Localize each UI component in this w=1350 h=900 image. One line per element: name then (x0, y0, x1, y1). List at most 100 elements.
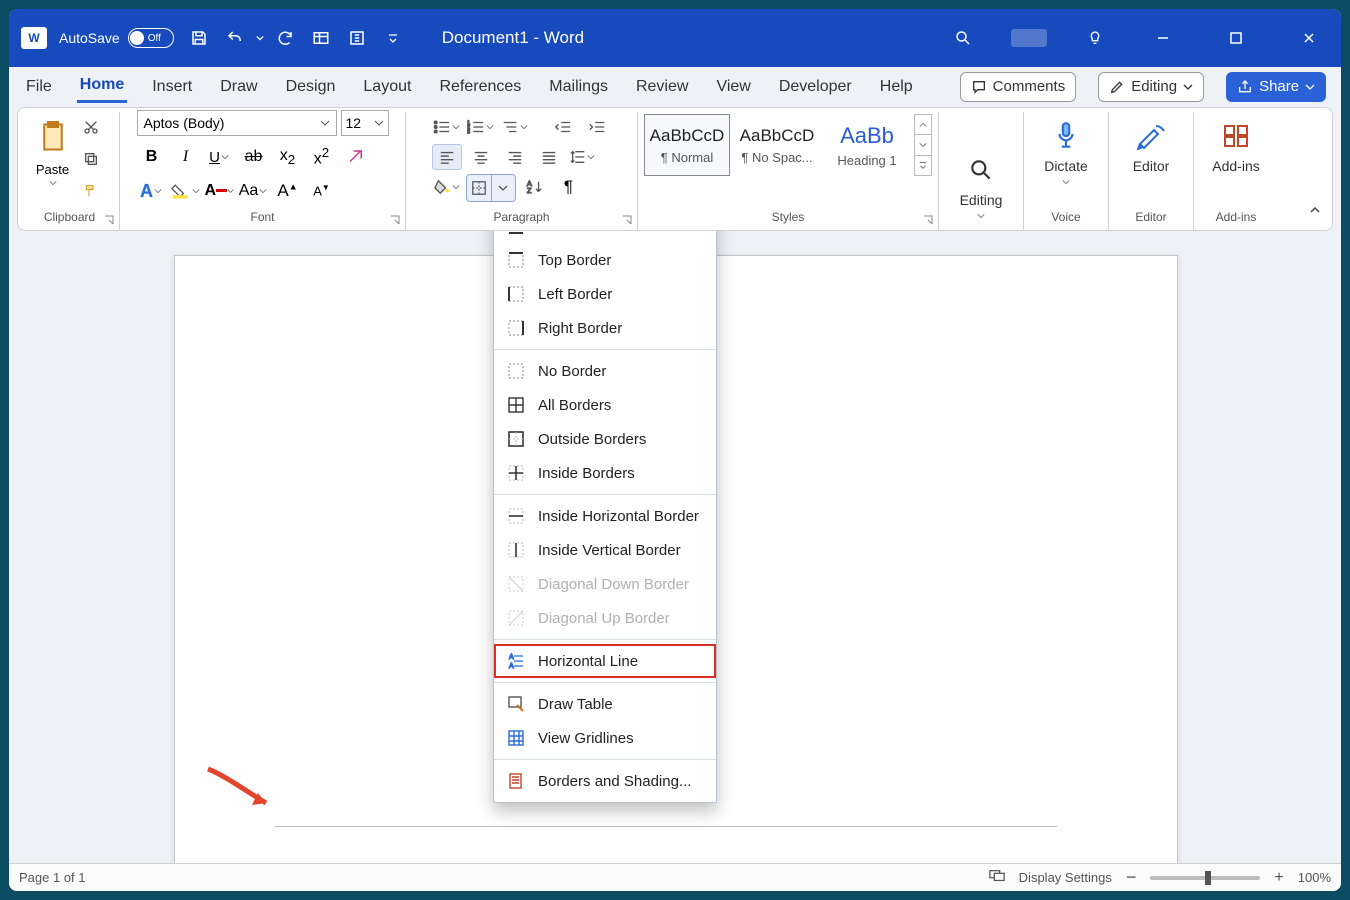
menu-top-border[interactable]: Top Border (494, 243, 716, 277)
menu-borders-shading[interactable]: Borders and Shading... (494, 764, 716, 798)
style-nospacing[interactable]: AaBbCcD ¶ No Spac... (734, 114, 820, 176)
style-scroll-up-icon[interactable] (915, 115, 931, 135)
tab-view[interactable]: View (713, 72, 753, 102)
style-heading1[interactable]: AaBb Heading 1 (824, 114, 910, 176)
inserted-horizontal-line[interactable] (275, 826, 1057, 827)
sort-icon[interactable]: AZ (520, 174, 550, 200)
font-name-combo[interactable]: Aptos (Body) (137, 110, 337, 136)
shrink-font-icon[interactable]: A▼ (307, 178, 337, 204)
dictate-button[interactable]: Dictate (1030, 114, 1102, 192)
text-effects-icon[interactable]: A (137, 178, 167, 204)
status-page[interactable]: Page 1 of 1 (19, 870, 86, 885)
show-marks-icon[interactable]: ¶ (554, 174, 584, 200)
style-gallery-scroll[interactable] (914, 114, 932, 176)
menu-inside-horizontal[interactable]: Inside Horizontal Border (494, 499, 716, 533)
maximize-button[interactable] (1216, 23, 1256, 53)
format-painter-icon[interactable] (76, 178, 106, 204)
search-icon[interactable] (948, 23, 978, 53)
qat-icon-2[interactable] (342, 23, 372, 53)
customize-qat-icon[interactable] (378, 23, 408, 53)
tab-insert[interactable]: Insert (149, 72, 195, 102)
editing-button[interactable]: Editing (945, 148, 1017, 226)
tab-review[interactable]: Review (633, 72, 691, 102)
menu-view-gridlines[interactable]: View Gridlines (494, 721, 716, 755)
undo-dropdown-icon[interactable] (256, 23, 264, 53)
cut-icon[interactable] (76, 114, 106, 140)
undo-icon[interactable] (220, 23, 250, 53)
dialog-launcher-icon[interactable] (922, 214, 934, 226)
tips-icon[interactable] (1080, 23, 1110, 53)
subscript-button[interactable]: x2 (273, 144, 303, 170)
display-settings-icon[interactable] (989, 869, 1005, 886)
comments-button[interactable]: Comments (960, 72, 1077, 102)
zoom-in-icon[interactable]: + (1274, 869, 1283, 887)
close-button[interactable] (1289, 23, 1329, 53)
menu-no-border[interactable]: No Border (494, 354, 716, 388)
shading-icon[interactable] (432, 174, 462, 200)
tab-mailings[interactable]: Mailings (546, 72, 611, 102)
editing-mode-button[interactable]: Editing (1098, 72, 1204, 102)
grow-font-icon[interactable]: A▲ (273, 178, 303, 204)
style-scroll-more-icon[interactable] (915, 156, 931, 175)
menu-draw-table[interactable]: Draw Table (494, 687, 716, 721)
copy-icon[interactable] (76, 146, 106, 172)
italic-button[interactable]: I (171, 144, 201, 170)
menu-right-border[interactable]: Right Border (494, 311, 716, 345)
addins-button[interactable]: Add-ins (1200, 114, 1272, 180)
bold-button[interactable]: B (137, 144, 167, 170)
autosave[interactable]: AutoSave Off (59, 28, 174, 48)
numbering-icon[interactable]: 123 (466, 114, 496, 140)
style-scroll-down-icon[interactable] (915, 135, 931, 155)
tab-home[interactable]: Home (77, 70, 127, 103)
underline-button[interactable]: U (205, 144, 235, 170)
font-color-icon[interactable]: A (205, 178, 235, 204)
decrease-indent-icon[interactable] (548, 114, 578, 140)
menu-all-borders[interactable]: All Borders (494, 388, 716, 422)
menu-bottom-border[interactable]: Bottom Border (494, 231, 716, 243)
bullets-icon[interactable] (432, 114, 462, 140)
menu-inside-borders[interactable]: Inside Borders (494, 456, 716, 490)
clear-format-icon[interactable] (341, 144, 371, 170)
strike-button[interactable]: ab (239, 144, 269, 170)
line-spacing-icon[interactable] (568, 144, 598, 170)
editor-button[interactable]: Editor (1115, 114, 1187, 180)
borders-split-button[interactable] (466, 174, 516, 202)
collapse-ribbon-icon[interactable] (1308, 203, 1322, 222)
borders-icon[interactable] (467, 175, 491, 201)
tab-references[interactable]: References (436, 72, 524, 102)
paste-button[interactable]: Paste (34, 114, 72, 187)
autosave-toggle[interactable]: Off (128, 28, 174, 48)
zoom-thumb[interactable] (1205, 871, 1211, 885)
borders-dropdown-icon[interactable] (491, 175, 515, 201)
multilevel-icon[interactable] (500, 114, 530, 140)
save-icon[interactable] (184, 23, 214, 53)
document-area[interactable]: Bottom Border Top Border Left Border Rig… (9, 231, 1341, 863)
display-settings-label[interactable]: Display Settings (1019, 870, 1112, 885)
increase-indent-icon[interactable] (582, 114, 612, 140)
align-right-icon[interactable] (500, 144, 530, 170)
menu-horizontal-line[interactable]: AA Horizontal Line (494, 644, 716, 678)
tab-layout[interactable]: Layout (360, 72, 414, 102)
account-placeholder[interactable] (1011, 29, 1047, 47)
menu-inside-vertical[interactable]: Inside Vertical Border (494, 533, 716, 567)
minimize-button[interactable] (1143, 23, 1183, 53)
tab-developer[interactable]: Developer (776, 72, 855, 102)
align-center-icon[interactable] (466, 144, 496, 170)
style-normal[interactable]: AaBbCcD ¶ Normal (644, 114, 730, 176)
zoom-out-icon[interactable]: − (1126, 867, 1137, 888)
share-button[interactable]: Share (1226, 72, 1326, 102)
dialog-launcher-icon[interactable] (389, 214, 401, 226)
tab-file[interactable]: File (23, 72, 55, 102)
redo-icon[interactable] (270, 23, 300, 53)
superscript-button[interactable]: x2 (307, 144, 337, 170)
align-left-icon[interactable] (432, 144, 462, 170)
tab-help[interactable]: Help (877, 72, 916, 102)
menu-left-border[interactable]: Left Border (494, 277, 716, 311)
zoom-slider[interactable] (1150, 876, 1260, 880)
tab-draw[interactable]: Draw (217, 72, 260, 102)
dialog-launcher-icon[interactable] (103, 214, 115, 226)
font-size-combo[interactable]: 12 (341, 110, 389, 136)
justify-icon[interactable] (534, 144, 564, 170)
tab-design[interactable]: Design (283, 72, 339, 102)
dialog-launcher-icon[interactable] (621, 214, 633, 226)
